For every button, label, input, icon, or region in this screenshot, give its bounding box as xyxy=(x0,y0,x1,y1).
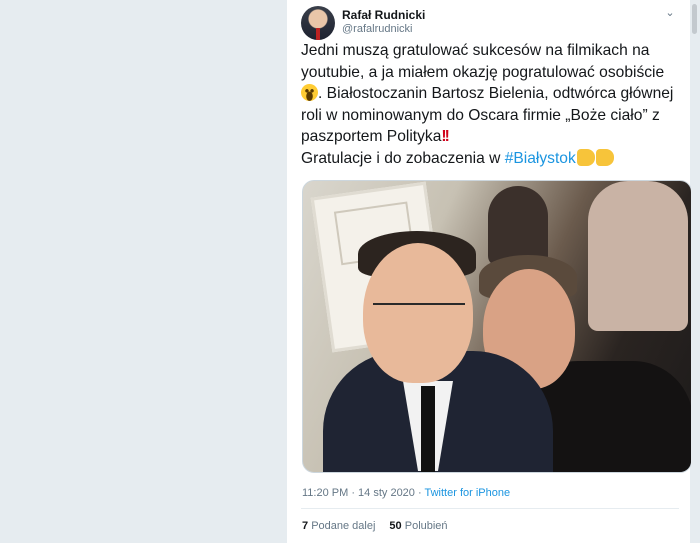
tweet-stats: 7 Podane dalej 50 Polubień xyxy=(302,520,448,532)
likes-count: 50 xyxy=(389,520,402,532)
clapping-hands-emoji-icon xyxy=(595,148,614,166)
grinning-face-emoji-icon xyxy=(301,84,318,101)
author-name[interactable]: Rafał Rudnicki xyxy=(342,8,425,22)
tweet-text-line: paszportem Polityka xyxy=(301,128,442,145)
scrollbar-thumb[interactable] xyxy=(692,4,697,34)
divider xyxy=(301,508,679,509)
tweet-text: Jedni muszą gratulować sukcesów na filmi… xyxy=(301,40,681,169)
retweets-count: 7 xyxy=(302,520,309,532)
hashtag-link[interactable]: #Białystok xyxy=(505,150,576,167)
tweet-text-line: . Białostoczanin Bartosz Bielenia, odtwó… xyxy=(318,85,674,102)
chevron-down-icon[interactable]: ⌄ xyxy=(663,6,677,20)
double-exclamation-emoji-icon: !! xyxy=(441,128,450,145)
avatar[interactable] xyxy=(301,6,335,40)
likes-label: Polubień xyxy=(404,520,448,532)
retweets-label: Podane dalej xyxy=(311,520,376,532)
tweet-text-line: Jedni muszą gratulować sukcesów na filmi… xyxy=(301,42,650,59)
client-link[interactable]: Twitter for iPhone xyxy=(425,487,511,499)
tweet-photo[interactable] xyxy=(302,180,692,473)
author-handle[interactable]: @rafalrudnicki xyxy=(342,23,412,35)
tweet-text-line: roli w nominowanym do Oscara firmie „Boż… xyxy=(301,106,660,124)
timestamp[interactable]: 11:20 PM · 14 sty 2020 · xyxy=(302,487,425,499)
tweet-text-line: Gratulacje i do zobaczenia w xyxy=(301,149,505,167)
thumbs-up-emoji-icon xyxy=(576,148,595,166)
scrollbar[interactable] xyxy=(691,0,698,543)
tweet-card: Rafał Rudnicki @rafalrudnicki ⌄ Jedni mu… xyxy=(286,0,692,543)
tweet-text-line: youtubie, a ja miałem okazję pogratulowa… xyxy=(301,63,665,81)
likes-stat[interactable]: 50 Polubień xyxy=(389,520,447,532)
retweets-stat[interactable]: 7 Podane dalej xyxy=(302,520,375,532)
tweet-meta: 11:20 PM · 14 sty 2020 · Twitter for iPh… xyxy=(302,487,510,499)
